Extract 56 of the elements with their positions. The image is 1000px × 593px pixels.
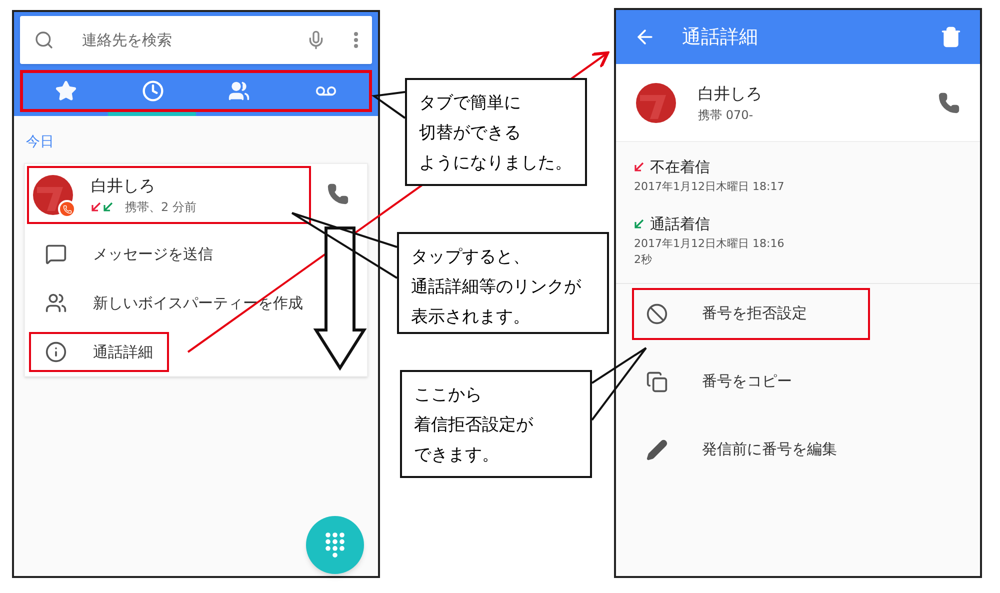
missed-call-icon bbox=[91, 202, 101, 212]
callout-text: できます。 bbox=[414, 444, 500, 467]
call-detail: 携帯、2 分前 bbox=[125, 199, 196, 216]
people-icon bbox=[45, 292, 67, 314]
callout-text: ようになりました。 bbox=[419, 152, 573, 175]
call-time: 2017年1月12日木曜日 18:17 bbox=[634, 178, 786, 194]
pencil-icon bbox=[646, 438, 668, 460]
call-type: 通話着信 bbox=[650, 214, 710, 235]
message-icon bbox=[45, 243, 67, 265]
dialpad-button[interactable] bbox=[306, 516, 364, 574]
avatar bbox=[636, 82, 676, 122]
callout-text: 切替ができる bbox=[419, 122, 522, 145]
action-label: メッセージを送信 bbox=[93, 244, 213, 265]
callout-text: 表示されます。 bbox=[411, 306, 531, 329]
incoming-call-icon bbox=[103, 202, 113, 212]
callout-text: ここから bbox=[414, 384, 483, 407]
missed-call-icon bbox=[634, 162, 644, 172]
callout-text: タップすると、 bbox=[411, 246, 531, 269]
call-time: 2017年1月12日木曜日 18:16 bbox=[634, 236, 786, 252]
incoming-call-icon bbox=[634, 219, 644, 230]
action-item[interactable]: 通話詳細 bbox=[29, 332, 169, 372]
block-icon bbox=[646, 302, 668, 324]
screen-title: 通話詳細 bbox=[682, 24, 758, 50]
action-item[interactable]: メッセージを送信 bbox=[29, 234, 229, 274]
action-item[interactable]: 番号をコピー bbox=[632, 356, 870, 408]
people-icon bbox=[228, 80, 250, 102]
phone-badge-icon bbox=[58, 200, 76, 218]
call-type: 不在着信 bbox=[650, 157, 710, 178]
more-icon[interactable] bbox=[354, 32, 358, 48]
callout-text: タブで簡単に bbox=[419, 92, 522, 115]
action-label: 番号をコピー bbox=[702, 371, 792, 392]
action-label: 番号を拒否設定 bbox=[702, 303, 807, 324]
search-icon bbox=[34, 30, 54, 50]
callout-text: 通話詳細等のリンクが bbox=[411, 276, 582, 299]
contact-name: 白井しろ bbox=[91, 175, 156, 197]
contact-name: 白井しろ bbox=[698, 82, 762, 104]
action-label: 通話詳細 bbox=[93, 342, 153, 363]
avatar bbox=[33, 175, 73, 215]
clock-icon bbox=[142, 80, 164, 102]
delete-icon[interactable] bbox=[940, 26, 962, 48]
dialpad-icon bbox=[325, 532, 345, 558]
action-item[interactable]: 番号を拒否設定 bbox=[632, 288, 870, 340]
callout-text: 着信拒否設定が bbox=[414, 414, 534, 437]
call-log-item[interactable]: 白井しろ 携帯、2 分前 bbox=[27, 166, 311, 224]
section-header: 今日 bbox=[26, 133, 55, 152]
action-label: 発信前に番号を編集 bbox=[702, 439, 837, 460]
call-duration: 2秒 bbox=[634, 252, 653, 268]
phone-icon[interactable] bbox=[327, 183, 349, 205]
search-input[interactable]: 連絡先を検索 bbox=[82, 28, 278, 52]
search-field[interactable]: 連絡先を検索 bbox=[20, 16, 372, 64]
copy-icon bbox=[646, 370, 668, 392]
info-icon bbox=[45, 341, 67, 363]
phone-number: 携帯 070- bbox=[698, 106, 754, 124]
action-item[interactable]: 発信前に番号を編集 bbox=[632, 424, 870, 476]
phone-icon[interactable] bbox=[938, 92, 960, 114]
star-icon bbox=[55, 80, 78, 102]
